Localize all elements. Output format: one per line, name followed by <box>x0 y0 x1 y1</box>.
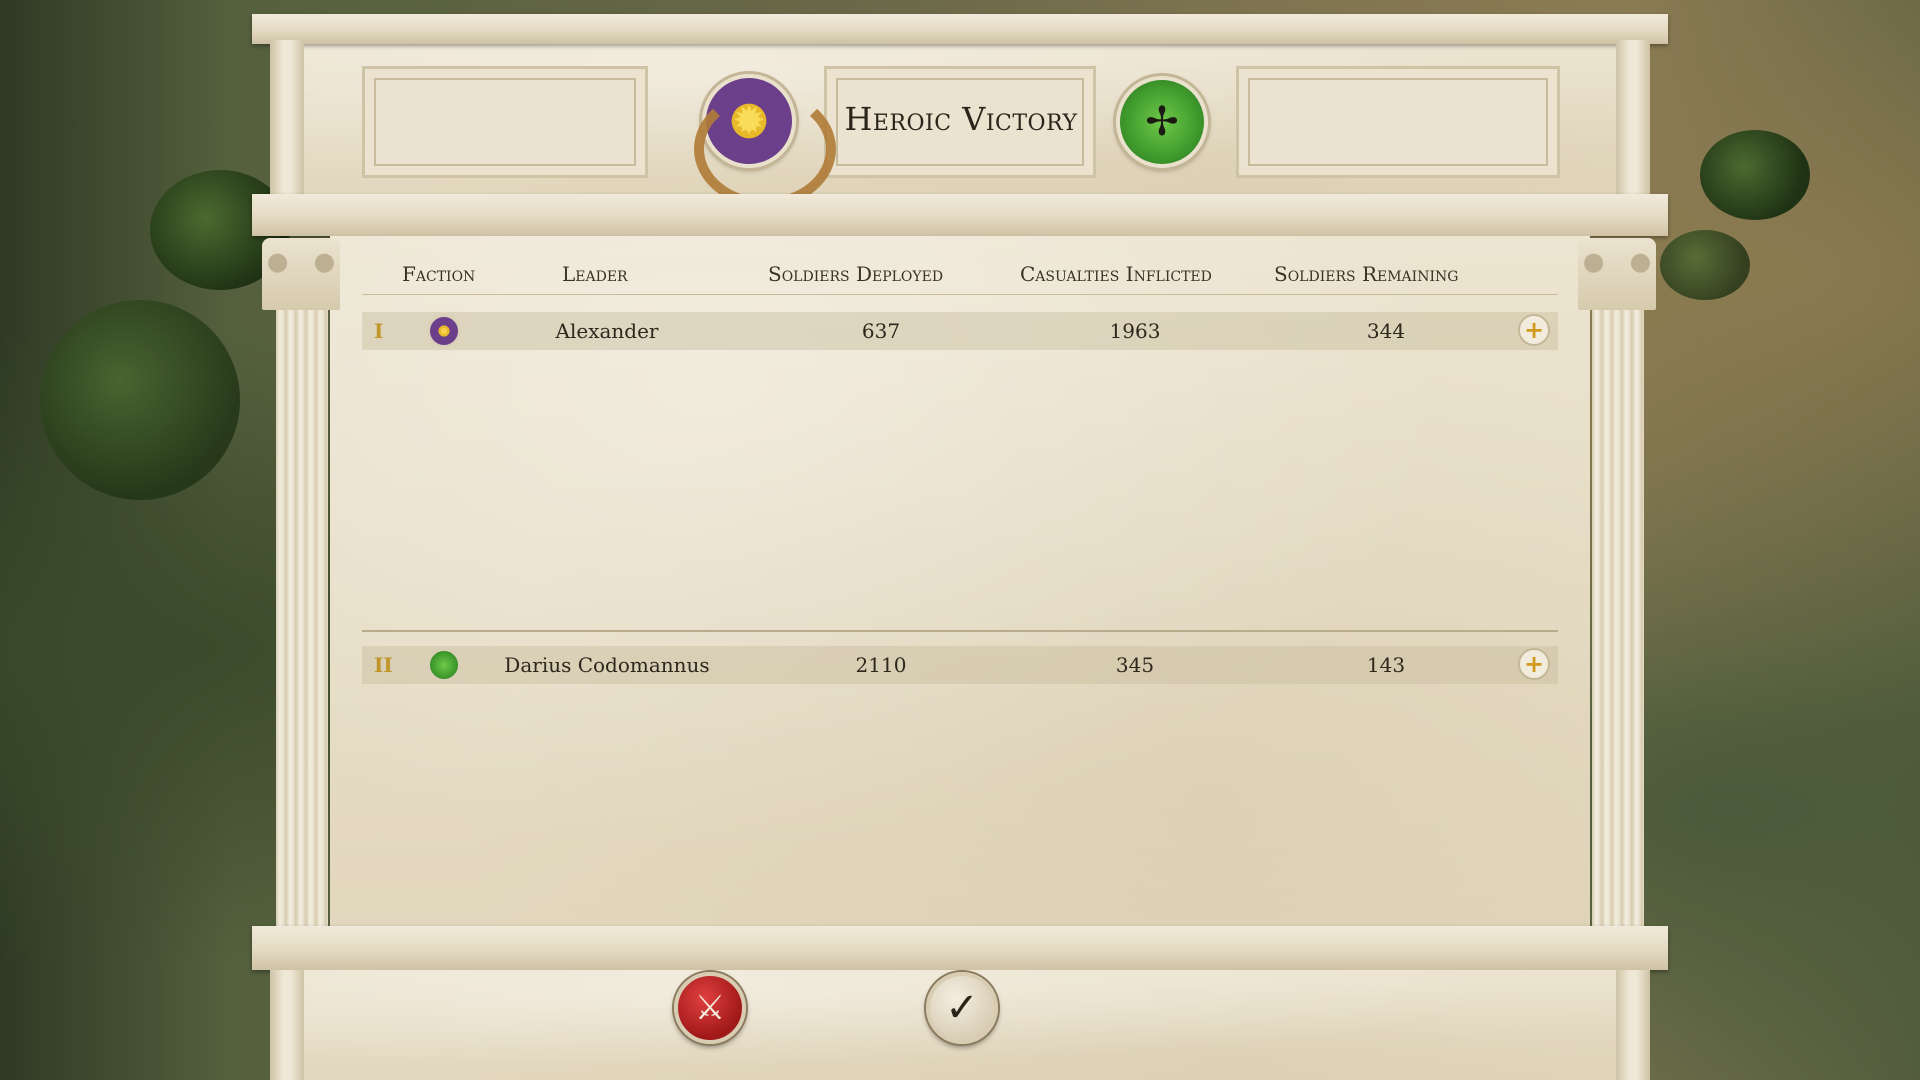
crossed-swords-icon: ⚔ <box>694 988 726 1028</box>
side-divider <box>362 630 1558 632</box>
column-header-remaining: Soldiers Remaining <box>1274 262 1459 286</box>
confirm-button[interactable]: ✓ <box>926 972 998 1044</box>
soldiers-deployed: 2110 <box>855 653 907 677</box>
sun-star-icon: ✹ <box>732 98 766 144</box>
background-tree <box>40 300 240 500</box>
column-header-faction: Faction <box>402 262 476 286</box>
bottom-cornice <box>252 926 1668 970</box>
battle-outcome-title: Heroic Victory <box>844 100 1078 138</box>
leader-name: Darius Codomannus <box>504 653 710 677</box>
left-column <box>276 304 328 934</box>
results-table: Faction Leader Soldiers Deployed Casualt… <box>362 242 1558 932</box>
rank-numeral: I <box>374 319 384 343</box>
casualties-inflicted: 1963 <box>1109 319 1161 343</box>
checkmark-icon: ✓ <box>945 985 979 1031</box>
fight-again-button[interactable]: ⚔ <box>674 972 746 1044</box>
expand-details-button[interactable]: + <box>1518 314 1550 346</box>
left-column-capital <box>262 238 340 310</box>
right-pilaster <box>1616 40 1650 200</box>
header-divider <box>362 294 1558 295</box>
soldiers-remaining: 143 <box>1366 653 1406 677</box>
right-column <box>1592 304 1644 934</box>
footer-right-pilaster <box>1616 970 1650 1080</box>
header-left-frame <box>362 66 648 178</box>
soldiers-deployed: 637 <box>861 319 901 343</box>
rank-numeral: II <box>374 653 393 677</box>
soldiers-remaining: 344 <box>1366 319 1406 343</box>
middle-cornice <box>252 194 1668 236</box>
victor-faction-emblem: ✹ <box>694 74 836 208</box>
column-header-inflicted: Casualties Inflicted <box>1020 262 1212 286</box>
header-right-frame <box>1236 66 1560 178</box>
table-row: II Darius Codomannus 2110 345 143 + <box>362 646 1558 684</box>
background-tree <box>1660 230 1750 300</box>
eagle-icon: ✢ <box>1145 99 1179 145</box>
sun-star-icon <box>428 315 460 347</box>
eagle-icon <box>428 649 460 681</box>
top-cornice <box>252 14 1668 44</box>
enemy-faction-emblem: ✢ <box>1116 76 1208 168</box>
column-header-leader: Leader <box>562 262 628 286</box>
right-column-capital <box>1578 238 1656 310</box>
column-header-deployed: Soldiers Deployed <box>768 262 944 286</box>
left-pilaster <box>270 40 304 200</box>
footer-left-pilaster <box>270 970 304 1080</box>
casualties-inflicted: 345 <box>1115 653 1155 677</box>
battle-results-panel: ✹ Heroic Victory ✢ Faction Leader Soldie… <box>252 14 1668 1080</box>
leader-name: Alexander <box>555 319 659 343</box>
background-tree <box>1700 130 1810 220</box>
table-row: I Alexander 637 1963 344 + <box>362 312 1558 350</box>
expand-details-button[interactable]: + <box>1518 648 1550 680</box>
